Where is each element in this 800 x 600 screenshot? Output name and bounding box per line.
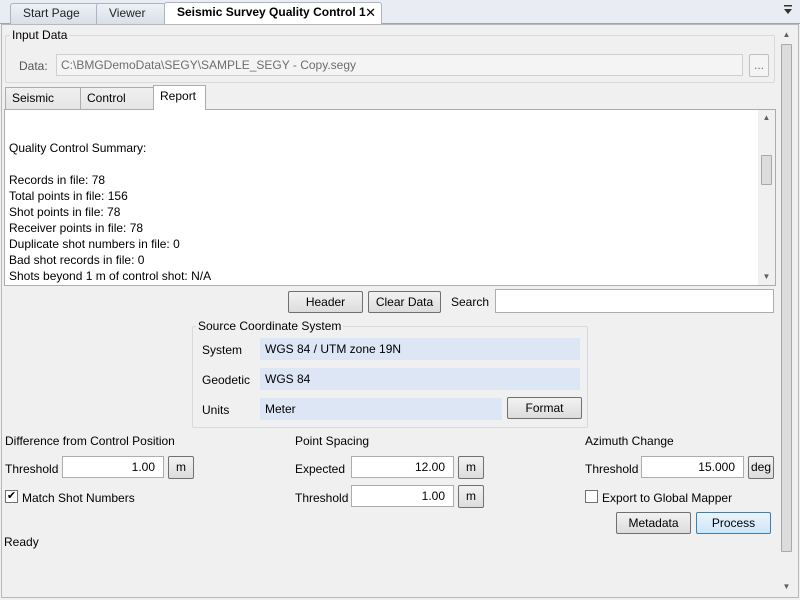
tab-seismic-survey-qc[interactable]: Seismic Survey Quality Control 1 ✕ [164, 2, 382, 24]
report-line: Bad shot records in file: 0 [9, 253, 145, 267]
units-field: Meter [260, 398, 502, 420]
spacing-threshold-unit-button[interactable]: m [458, 485, 484, 508]
geodetic-field: WGS 84 [260, 368, 580, 390]
panel-scrollbar[interactable]: ▲ ▼ [778, 26, 795, 596]
control-difference-title: Difference from Control Position [5, 434, 175, 448]
control-threshold-unit-button[interactable]: m [168, 456, 194, 479]
report-lines: Quality Control Summary: Records in file… [9, 140, 211, 284]
report-scroll-thumb[interactable] [761, 155, 772, 185]
metadata-button[interactable]: Metadata [616, 512, 691, 534]
control-threshold-input[interactable]: 1.00 [62, 456, 164, 478]
header-button[interactable]: Header [288, 291, 363, 313]
tab-seismic-survey-qc-label: Seismic Survey Quality Control 1 [177, 5, 366, 19]
system-field: WGS 84 / UTM zone 19N [260, 338, 580, 360]
scroll-down-arrow-icon[interactable]: ▼ [758, 270, 775, 284]
azimuth-threshold-input[interactable]: 15.000 [641, 456, 744, 478]
data-path-field[interactable]: C:\BMGDemoData\SEGY\SAMPLE_SEGY - Copy.s… [56, 54, 743, 76]
tab-start-page-label: Start Page [23, 6, 80, 20]
export-global-mapper-checkbox[interactable] [585, 490, 598, 503]
match-shot-numbers-checkbox[interactable]: ✔ [5, 490, 18, 503]
report-text-area[interactable]: Quality Control Summary: Records in file… [4, 109, 776, 286]
report-scrollbar[interactable]: ▲ ▼ [758, 110, 775, 285]
tab-menu-chevron-down-icon[interactable] [782, 4, 794, 18]
report-line: Receiver points in file: 78 [9, 221, 144, 235]
point-spacing-title: Point Spacing [295, 434, 370, 448]
report-line: Total points in file: 156 [9, 189, 128, 203]
tab-viewer-label: Viewer [109, 6, 146, 20]
match-shot-numbers-label: Match Shot Numbers [22, 491, 135, 505]
close-icon[interactable]: ✕ [365, 3, 376, 22]
units-label: Units [202, 403, 230, 417]
data-label: Data: [19, 59, 48, 73]
report-line: Shots beyond 1 m of control shot: N/A [9, 269, 212, 283]
azimuth-change-title: Azimuth Change [585, 434, 674, 448]
process-button[interactable]: Process [696, 512, 771, 534]
report-line [9, 156, 211, 172]
export-global-mapper-label: Export to Global Mapper [602, 491, 733, 505]
expected-spacing-input[interactable]: 12.00 [351, 456, 454, 478]
search-label: Search [451, 295, 490, 309]
spacing-threshold-label: Threshold [295, 491, 349, 505]
source-coordinate-system-label: Source Coordinate System [196, 319, 344, 333]
browse-button[interactable]: ... [749, 54, 769, 77]
input-data-group-label: Input Data [10, 28, 70, 42]
format-button[interactable]: Format [507, 397, 582, 419]
panel-scroll-thumb[interactable] [781, 44, 792, 552]
expected-label: Expected [295, 462, 346, 476]
report-line: Records in file: 78 [9, 173, 106, 187]
search-input[interactable] [495, 289, 774, 313]
scroll-up-arrow-icon[interactable]: ▲ [758, 111, 775, 125]
panel-scroll-up-arrow-icon[interactable]: ▲ [778, 28, 795, 42]
expected-unit-button[interactable]: m [458, 456, 484, 479]
document-tab-strip: Start Page Viewer Seismic Survey Quality… [0, 0, 800, 24]
spacing-threshold-input[interactable]: 1.00 [351, 485, 454, 507]
tab-control-file[interactable]: Control File [80, 87, 154, 125]
tab-report[interactable]: Report [153, 85, 206, 110]
tab-viewer[interactable]: Viewer [96, 3, 166, 24]
report-line: Duplicate shot numbers in file: 0 [9, 237, 180, 251]
azimuth-threshold-label: Threshold [585, 462, 639, 476]
tab-seismic-file[interactable]: Seismic File [5, 87, 81, 125]
tab-start-page[interactable]: Start Page [10, 3, 100, 24]
report-line: Quality Control Summary: [9, 141, 147, 155]
system-label: System [202, 343, 243, 357]
status-text: Ready [4, 535, 39, 549]
report-line: Shot points in file: 78 [9, 205, 121, 219]
control-threshold-label: Threshold [5, 462, 59, 476]
azimuth-unit-button[interactable]: deg [748, 456, 774, 479]
geodetic-label: Geodetic [202, 373, 251, 387]
clear-data-button[interactable]: Clear Data [368, 291, 441, 313]
panel-scroll-down-arrow-icon[interactable]: ▼ [778, 580, 795, 594]
